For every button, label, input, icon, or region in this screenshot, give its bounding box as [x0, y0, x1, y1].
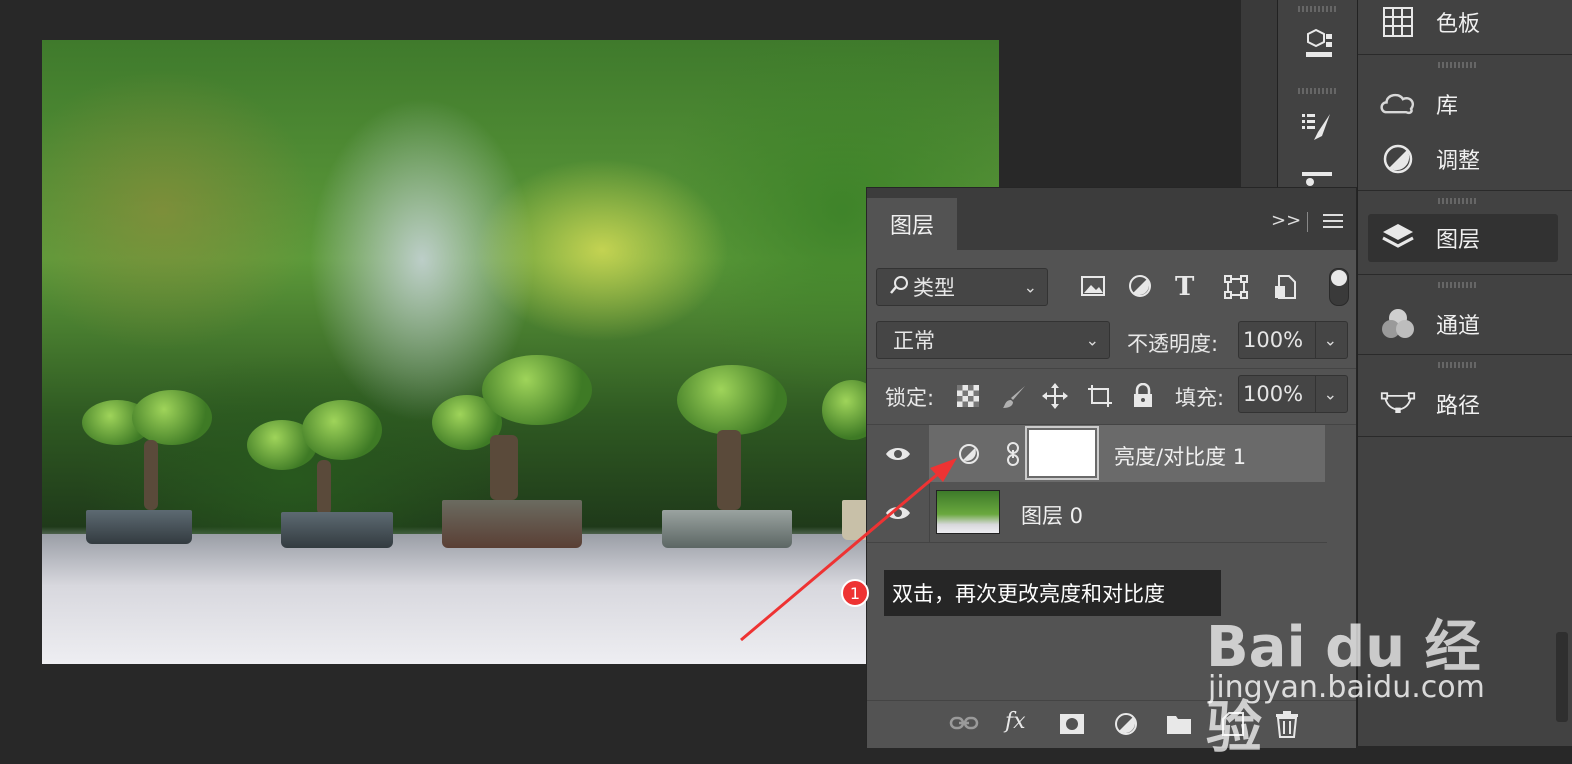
chevron-down-icon: ⌄ — [1023, 277, 1037, 297]
lock-artboard-icon[interactable] — [1086, 383, 1114, 415]
lock-all-icon[interactable] — [1132, 382, 1154, 415]
bonsai-3 — [432, 355, 602, 550]
panel-menu-icon[interactable] — [1323, 214, 1343, 228]
fill-input[interactable]: 100% ⌄ — [1238, 375, 1348, 413]
lock-row-divider — [867, 368, 1356, 369]
panel-item-label: 色板 — [1436, 12, 1481, 37]
annotation-badge: 1 — [841, 579, 869, 607]
baidu-watermark: Bai du 经验 jingyan.baidu.com — [1200, 572, 1500, 761]
new-adjustment-icon[interactable] — [1114, 712, 1138, 740]
fill-label: 填充: — [1175, 386, 1225, 410]
panel-item-paths[interactable]: 路径 — [1358, 378, 1572, 430]
chevron-down-icon[interactable]: ⌄ — [1324, 385, 1337, 404]
mask-link-icon[interactable] — [1005, 441, 1021, 471]
brush-settings-icon[interactable] — [1300, 110, 1336, 146]
channels-icon — [1380, 306, 1416, 342]
panel-item-label: 图层 — [1436, 228, 1481, 253]
add-mask-icon[interactable] — [1059, 713, 1085, 739]
scrollbar-handle[interactable] — [1556, 632, 1568, 722]
swatches-icon — [1380, 4, 1416, 40]
bonsai-2 — [247, 400, 397, 550]
blend-mode-select[interactable]: 正常 ⌄ — [876, 321, 1110, 359]
annotation-text: 双击，再次更改亮度和对比度 — [892, 582, 1165, 606]
panel-icon-column — [1277, 0, 1358, 190]
layers-icon — [1380, 220, 1416, 256]
lock-transparent-pixels-icon[interactable] — [957, 385, 979, 413]
fill-value: 100% — [1243, 382, 1304, 406]
layer-mask-thumbnail[interactable] — [1025, 426, 1099, 480]
layer-filter-select[interactable]: 类型 ⌄ — [876, 268, 1048, 306]
adjustments-icon — [1380, 141, 1416, 177]
chevron-down-icon[interactable]: ⌄ — [1324, 331, 1337, 350]
type-filter-icon[interactable]: T — [1175, 272, 1194, 302]
libraries-icon — [1380, 86, 1416, 122]
new-group-folder-icon[interactable] — [1165, 712, 1193, 740]
opacity-value: 100% — [1243, 328, 1304, 352]
tab-layers[interactable]: 图层 — [867, 198, 957, 250]
lock-image-pixels-icon[interactable] — [1001, 384, 1027, 416]
divider — [1315, 322, 1316, 358]
paths-icon — [1380, 386, 1416, 422]
search-icon — [889, 275, 909, 300]
layer-name[interactable]: 亮度/对比度 1 — [1114, 441, 1246, 471]
panel-item-label: 通道 — [1436, 314, 1481, 339]
filter-label: 类型 — [913, 276, 955, 300]
panel-item-label: 库 — [1436, 94, 1459, 119]
3d-panel-icon[interactable] — [1300, 28, 1336, 64]
panel-item-label: 调整 — [1436, 149, 1481, 174]
adjustment-filter-icon[interactable] — [1128, 274, 1152, 304]
panel-item-libraries[interactable]: 库 — [1358, 78, 1572, 130]
divider — [1315, 376, 1316, 412]
divider — [1307, 212, 1308, 232]
lock-label: 锁定: — [885, 386, 935, 410]
opacity-input[interactable]: 100% ⌄ — [1238, 321, 1348, 359]
layer-name[interactable]: 图层 0 — [1021, 500, 1083, 530]
watermark-url: jingyan.baidu.com — [1208, 670, 1485, 705]
annotation-arrow — [740, 458, 957, 642]
panel-item-layers[interactable]: 图层 — [1368, 214, 1558, 262]
smart-object-filter-icon[interactable] — [1273, 274, 1297, 306]
panel-item-adjustments[interactable]: 调整 — [1358, 133, 1572, 185]
panel-item-swatches[interactable]: 色板 — [1358, 0, 1572, 48]
layers-panel-header: 图层 >> — [867, 188, 1356, 250]
chevron-down-icon: ⌄ — [1085, 330, 1099, 350]
panel-item-label: 路径 — [1436, 394, 1481, 419]
bonsai-1 — [82, 390, 222, 550]
opacity-label: 不透明度: — [1127, 332, 1219, 356]
lock-position-icon[interactable] — [1041, 382, 1069, 416]
filter-toggle[interactable] — [1329, 268, 1349, 306]
link-layers-icon[interactable] — [949, 713, 979, 737]
image-filter-icon[interactable] — [1080, 274, 1106, 304]
panel-item-channels[interactable]: 通道 — [1358, 298, 1572, 350]
collapse-icon[interactable]: >> — [1271, 210, 1301, 231]
dock-strip — [1241, 0, 1277, 190]
annotation-tooltip: 双击，再次更改亮度和对比度 — [884, 570, 1221, 616]
fx-icon[interactable]: fx — [1005, 709, 1026, 734]
blend-mode-value: 正常 — [893, 329, 935, 353]
shape-filter-icon[interactable] — [1223, 274, 1249, 306]
